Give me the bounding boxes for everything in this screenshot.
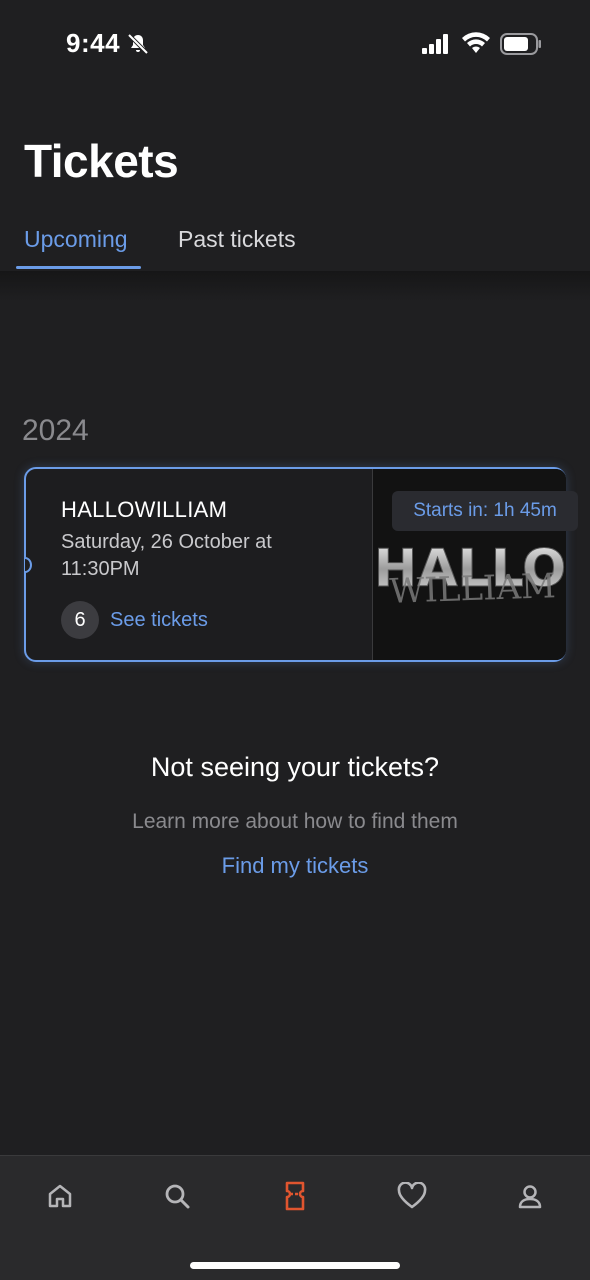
tab-past-tickets[interactable]: Past tickets — [178, 226, 296, 253]
tab-upcoming[interactable]: Upcoming — [24, 226, 128, 253]
signal-icon — [422, 34, 448, 54]
profile-icon — [518, 1185, 542, 1209]
header-divider — [0, 271, 590, 301]
nav-tickets[interactable] — [275, 1176, 315, 1216]
help-subtext: Learn more about how to find them — [132, 810, 458, 833]
ticket-icon — [285, 1181, 305, 1211]
header: Tickets Upcoming Past tickets — [0, 90, 590, 271]
status-time: 9:44 — [66, 28, 121, 58]
bottom-nav — [0, 1155, 590, 1280]
event-date: Saturday, 26 October at 11:30PM — [61, 531, 272, 580]
status-bar: 9:44 — [0, 0, 590, 90]
home-icon — [48, 1184, 72, 1208]
heart-icon — [397, 1182, 427, 1209]
ticket-notch-left — [25, 557, 32, 573]
see-tickets-link[interactable]: See tickets — [110, 609, 208, 632]
wifi-icon — [462, 32, 490, 53]
help-heading: Not seeing your tickets? — [150, 752, 440, 782]
nav-home[interactable] — [40, 1176, 80, 1216]
nav-profile[interactable] — [510, 1176, 550, 1216]
bell-muted-icon — [127, 33, 149, 55]
search-icon — [165, 1184, 190, 1209]
find-my-tickets-link[interactable]: Find my tickets — [0, 853, 590, 879]
nav-search[interactable] — [157, 1176, 197, 1216]
nav-likes[interactable] — [392, 1176, 432, 1216]
countdown-badge: Starts in: 1h 45m — [392, 491, 578, 531]
page-title: Tickets — [24, 135, 179, 187]
event-name: HALLOWILLIAM — [61, 497, 228, 522]
active-tab-indicator — [16, 266, 141, 269]
year-section-heading: 2024 — [22, 414, 89, 447]
poster-title-bottom: WILLIAM — [389, 566, 557, 612]
home-indicator — [190, 1262, 400, 1269]
ticket-count-badge: 6 — [61, 601, 99, 639]
battery-icon — [500, 33, 541, 55]
